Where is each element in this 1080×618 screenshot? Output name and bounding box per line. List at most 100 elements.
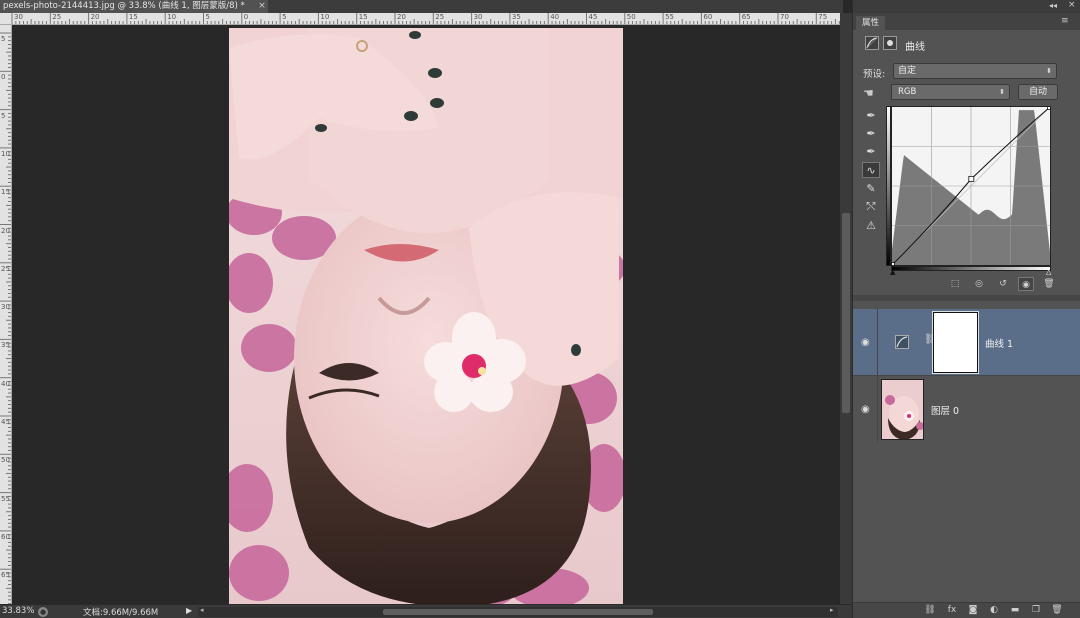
- panel-top-bar: ◂◂ ×: [853, 0, 1080, 13]
- new-adjustment-layer-icon[interactable]: ◐: [987, 604, 1001, 617]
- ruler-label: 20: [397, 13, 406, 21]
- channel-select[interactable]: RGB ⬍: [891, 84, 1010, 100]
- view-previous-state-icon[interactable]: ◎: [971, 277, 987, 291]
- horizontal-scrollbar[interactable]: [198, 607, 838, 617]
- photo-image[interactable]: [229, 28, 623, 604]
- on-image-adjust-icon[interactable]: ☚: [863, 86, 874, 100]
- layer-thumbnail[interactable]: [881, 379, 924, 440]
- black-point-slider-icon[interactable]: ▲: [890, 268, 895, 276]
- layer-visibility-eye-icon[interactable]: ◉: [861, 337, 870, 348]
- ruler-label: 15: [1, 188, 10, 197]
- vertical-scrollbar-thumb[interactable]: [842, 213, 850, 413]
- layer-row-curves-1[interactable]: ◉ ⛓ 曲线 1: [853, 309, 1080, 376]
- document-canvas[interactable]: [12, 25, 840, 604]
- pencil-icon[interactable]: ✎: [862, 181, 880, 197]
- status-bar: 33.83% ● 文档:9.66M/9.66M ▶ ◂ ▸: [0, 604, 852, 618]
- horizontal-scrollbar-thumb[interactable]: [383, 609, 653, 615]
- layer-style-fx-icon[interactable]: fx: [945, 604, 959, 617]
- ruler-label: 20: [1, 226, 10, 235]
- scroll-left-icon[interactable]: ◂: [200, 606, 204, 614]
- ruler-label: 40: [1, 379, 10, 388]
- curves-thumbnail-glyph: [896, 336, 908, 348]
- select-arrows-icon: ⬍: [999, 88, 1005, 96]
- ruler-label: 35: [1, 341, 10, 350]
- horizontal-ruler: 30 25 20 15 10 5 0 5 10 15 20 25 30 35 40 45 50 55 60 65 70 7…: [0, 13, 843, 25]
- ruler-label: 10: [167, 13, 177, 21]
- tab-properties[interactable]: 属性: [856, 16, 886, 30]
- layer-divider: [877, 376, 878, 443]
- ruler-label: 55: [1, 494, 10, 503]
- ruler-label: 15: [128, 13, 138, 21]
- curves-graph-drawing: [889, 104, 1053, 268]
- curve-edit-icon[interactable]: ∿: [862, 162, 880, 178]
- ruler-label: 30: [1, 303, 10, 312]
- panel-close-icon[interactable]: ×: [1068, 0, 1076, 10]
- visibility-eye-icon[interactable]: ◉: [1018, 277, 1034, 291]
- vertical-ruler: 50510152025303540455055606570: [0, 25, 12, 604]
- ruler-label: 50: [1, 456, 10, 465]
- layer-name[interactable]: 图层 0: [931, 403, 959, 417]
- ruler-label: 75: [818, 13, 828, 21]
- panel-menu-icon[interactable]: ≡: [1061, 16, 1069, 26]
- preset-select[interactable]: 自定 ⬍: [893, 63, 1057, 79]
- layers-list-empty-area: [853, 442, 1080, 602]
- new-layer-icon[interactable]: ❐: [1029, 604, 1043, 617]
- ruler-label: 45: [588, 13, 598, 21]
- collapse-panels-icon[interactable]: ◂◂: [1049, 1, 1057, 10]
- status-info-icon[interactable]: ●: [38, 607, 48, 617]
- curve-control-point[interactable]: [1047, 104, 1053, 110]
- document-size: 文档:9.66M/9.66M: [83, 608, 159, 618]
- document-tab-bar: pexels-photo-2144413.jpg @ 33.8% (曲线 1, …: [0, 0, 843, 13]
- vertical-scrollbar[interactable]: [840, 13, 852, 604]
- clipping-warning-icon[interactable]: ⚠: [862, 218, 880, 234]
- ruler-label: 60: [703, 13, 713, 21]
- new-group-folder-icon[interactable]: ▬: [1008, 604, 1022, 617]
- white-point-slider-icon[interactable]: △: [1046, 268, 1051, 276]
- layer-thumbnail-image: [882, 380, 923, 439]
- add-mask-icon[interactable]: ◙: [966, 604, 980, 617]
- sample-black-point-icon[interactable]: ✒: [862, 108, 880, 124]
- sample-white-point-icon[interactable]: ✒: [862, 144, 880, 160]
- layer-mask-thumbnail[interactable]: [933, 312, 978, 373]
- curve-control-point[interactable]: [968, 175, 975, 182]
- ruler-label: 25: [435, 13, 445, 21]
- ruler-label: 45: [1, 418, 10, 426]
- ruler-label: 30: [473, 13, 483, 21]
- properties-bottom-bar: ⬚ ◎ ↺ ◉ 🗑: [853, 277, 1080, 293]
- properties-tab-bar: 属性 ≡: [853, 13, 1080, 30]
- ruler-label: 60: [1, 532, 10, 541]
- horizontal-ruler-ticks: [11, 13, 843, 24]
- layer-visibility-eye-icon[interactable]: ◉: [861, 404, 870, 415]
- curves-adjustment-thumbnail-icon[interactable]: [895, 335, 909, 349]
- curves-graph[interactable]: [889, 104, 1053, 268]
- layer-name[interactable]: 曲线 1: [985, 336, 1013, 350]
- layer-row-layer-0[interactable]: ◉ 图层 0: [853, 375, 1080, 443]
- ruler-label: 50: [626, 13, 636, 21]
- document-tab[interactable]: pexels-photo-2144413.jpg @ 33.8% (曲线 1, …: [0, 0, 268, 13]
- ruler-label: 5: [282, 13, 287, 21]
- play-arrow-icon[interactable]: ▶: [186, 606, 192, 615]
- ruler-label: 5: [1, 111, 6, 120]
- curve-control-point[interactable]: [889, 262, 895, 268]
- link-layers-icon[interactable]: ⛓: [923, 604, 937, 617]
- close-tab-icon[interactable]: ×: [257, 0, 267, 13]
- reset-icon[interactable]: ↺: [995, 277, 1011, 291]
- smooth-icon[interactable]: ⤲: [862, 199, 880, 215]
- select-arrows-icon: ⬍: [1046, 67, 1052, 75]
- layer-mask-icon[interactable]: [883, 36, 897, 50]
- delete-layer-icon[interactable]: 🗑: [1050, 604, 1064, 617]
- delete-icon[interactable]: 🗑: [1041, 277, 1057, 291]
- auto-button[interactable]: 自动: [1018, 84, 1058, 100]
- sample-gray-point-icon[interactable]: ✒: [862, 126, 880, 142]
- clip-to-layer-icon[interactable]: ⬚: [947, 277, 963, 291]
- ruler-label: 25: [52, 13, 62, 21]
- layers-bottom-bar: ⛓ fx ◙ ◐ ▬ ❐ 🗑: [853, 602, 1080, 618]
- zoom-level[interactable]: 33.83%: [2, 606, 34, 616]
- ruler-label: 65: [741, 13, 751, 21]
- channel-select-value: RGB: [898, 87, 917, 97]
- curves-adjustment-icon[interactable]: [865, 36, 879, 50]
- ruler-label: 5: [205, 13, 210, 21]
- layer-divider: [877, 309, 878, 376]
- ruler-label: 10: [320, 13, 330, 21]
- scroll-right-icon[interactable]: ▸: [830, 606, 834, 614]
